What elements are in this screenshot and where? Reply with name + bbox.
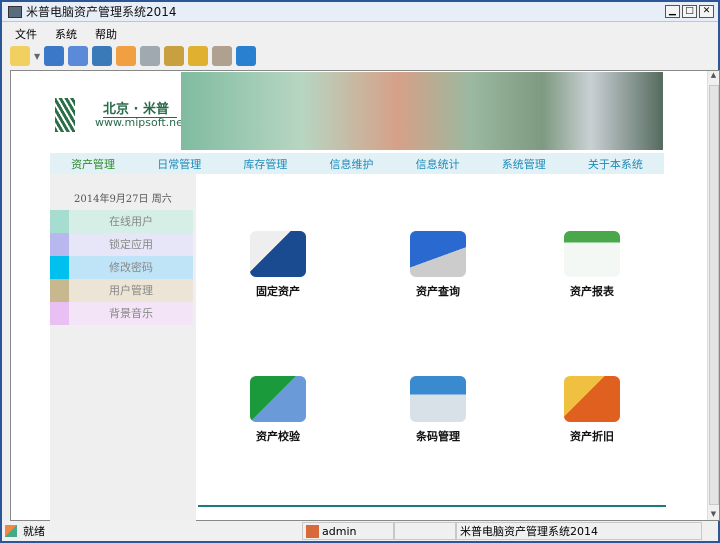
monitor-check-icon[interactable] xyxy=(68,46,89,66)
brand-name: 北京 · 米普 xyxy=(103,98,177,118)
side-item[interactable]: 锁定应用 xyxy=(50,233,193,256)
app-tile-label: 资产查询 xyxy=(416,285,460,298)
lock-user-icon[interactable] xyxy=(212,46,233,66)
lock-arrow-icon[interactable] xyxy=(188,46,209,66)
app-tile[interactable]: 固定资产 xyxy=(223,231,333,299)
menu-system[interactable]: 系统 xyxy=(46,24,86,44)
status-user: admin xyxy=(322,524,357,538)
app-tile[interactable]: 条码管理 xyxy=(383,376,493,444)
keys-users-icon[interactable] xyxy=(164,46,185,66)
status-ready: 就绪 xyxy=(23,525,45,538)
nav-daily-management[interactable]: 日常管理 xyxy=(157,156,201,172)
banner: 北京 · 米普 www.mipsoft.net xyxy=(13,72,663,152)
side-item[interactable]: 在线用户 xyxy=(50,210,193,233)
status-app-name: 米普电脑资产管理系统2014 xyxy=(460,525,598,538)
app-tile-label: 固定资产 xyxy=(256,285,300,298)
scroll-up-icon[interactable]: ▲ xyxy=(708,71,719,79)
toolbar: ▼ xyxy=(10,44,257,68)
nav-info-statistics[interactable]: 信息统计 xyxy=(416,156,460,172)
banner-photo xyxy=(181,72,663,150)
nav-system-management[interactable]: 系统管理 xyxy=(502,156,546,172)
status-bar: 就绪 admin 米普电脑资产管理系统2014 xyxy=(2,521,718,541)
app-tile[interactable]: 资产折旧 xyxy=(537,376,647,444)
printer-icon[interactable] xyxy=(140,46,161,66)
app-icon xyxy=(8,5,22,18)
side-item-label: 用户管理 xyxy=(69,279,193,302)
side-item[interactable]: 背景音乐 xyxy=(50,302,193,325)
side-item-color-bar xyxy=(50,210,69,233)
list-icon[interactable] xyxy=(44,46,65,66)
menu-help[interactable]: 帮助 xyxy=(86,24,126,44)
laptop-icon xyxy=(410,231,466,277)
company-logo xyxy=(55,98,75,132)
spreadsheet-report-icon xyxy=(564,231,620,277)
spreadsheet-icon[interactable] xyxy=(92,46,113,66)
window-title: 米普电脑资产管理系统2014 xyxy=(26,5,177,19)
app-tile-label: 条码管理 xyxy=(416,430,460,443)
brand-url: www.mipsoft.net xyxy=(95,116,188,129)
side-panel: 2014年9月27日 周六 在线用户 锁定应用 修改密码 用户管理 背景音乐 xyxy=(50,174,196,521)
app-tile[interactable]: 资产查询 xyxy=(383,231,493,299)
app-tile-label: 资产折旧 xyxy=(570,430,614,443)
checkmark-window-icon xyxy=(250,376,306,422)
side-item[interactable]: 用户管理 xyxy=(50,279,193,302)
barcode-printer-icon xyxy=(410,376,466,422)
side-item-color-bar xyxy=(50,256,69,279)
side-item-label: 背景音乐 xyxy=(69,302,193,325)
nav-inventory-management[interactable]: 库存管理 xyxy=(243,156,287,172)
minimize-button[interactable]: ▁ xyxy=(665,5,680,18)
magnifier-document-icon xyxy=(564,376,620,422)
scroll-down-icon[interactable]: ▼ xyxy=(708,510,719,518)
close-button[interactable]: ✕ xyxy=(699,5,714,18)
app-window: 米普电脑资产管理系统2014 ▁ □ ✕ 文件 系统 帮助 ▼ 北京 · 米普 … xyxy=(0,0,720,543)
home-icon[interactable] xyxy=(116,46,137,66)
menu-bar: 文件 系统 帮助 xyxy=(6,24,126,44)
side-item-color-bar xyxy=(50,279,69,302)
nav-about[interactable]: 关于本系统 xyxy=(588,156,643,172)
app-tile[interactable]: 资产校验 xyxy=(223,376,333,444)
app-tile-label: 资产校验 xyxy=(256,430,300,443)
side-item-label: 修改密码 xyxy=(69,256,193,279)
vertical-scrollbar[interactable]: ▲ ▼ xyxy=(707,71,719,520)
side-item-color-bar xyxy=(50,233,69,256)
maximize-button[interactable]: □ xyxy=(682,5,697,18)
current-date: 2014年9月27日 周六 xyxy=(74,194,172,205)
menu-file[interactable]: 文件 xyxy=(6,24,46,44)
app-tile-label: 资产报表 xyxy=(570,285,614,298)
nav-bar: 资产管理 日常管理 库存管理 信息维护 信息统计 系统管理 关于本系统 xyxy=(50,153,664,174)
user-icon xyxy=(306,524,319,538)
status-empty-pane xyxy=(394,522,456,540)
main-frame: 北京 · 米普 www.mipsoft.net 资产管理 日常管理 库存管理 信… xyxy=(10,70,720,521)
windows-logo-icon xyxy=(5,525,17,537)
exit-door-icon[interactable] xyxy=(236,46,257,66)
app-tile[interactable]: 资产报表 xyxy=(537,231,647,299)
side-item-label: 锁定应用 xyxy=(69,233,193,256)
desktop-computer-icon xyxy=(250,231,306,277)
nav-info-maintenance[interactable]: 信息维护 xyxy=(329,156,373,172)
scroll-thumb[interactable] xyxy=(709,85,719,505)
open-folder-icon[interactable] xyxy=(10,46,30,66)
side-item-color-bar xyxy=(50,302,69,325)
dropdown-arrow-icon[interactable]: ▼ xyxy=(34,52,40,61)
nav-asset-management[interactable]: 资产管理 xyxy=(71,156,115,172)
title-bar: 米普电脑资产管理系统2014 ▁ □ ✕ xyxy=(2,2,718,22)
side-item-label: 在线用户 xyxy=(69,210,193,233)
side-item[interactable]: 修改密码 xyxy=(50,256,193,279)
divider-line xyxy=(198,505,666,507)
